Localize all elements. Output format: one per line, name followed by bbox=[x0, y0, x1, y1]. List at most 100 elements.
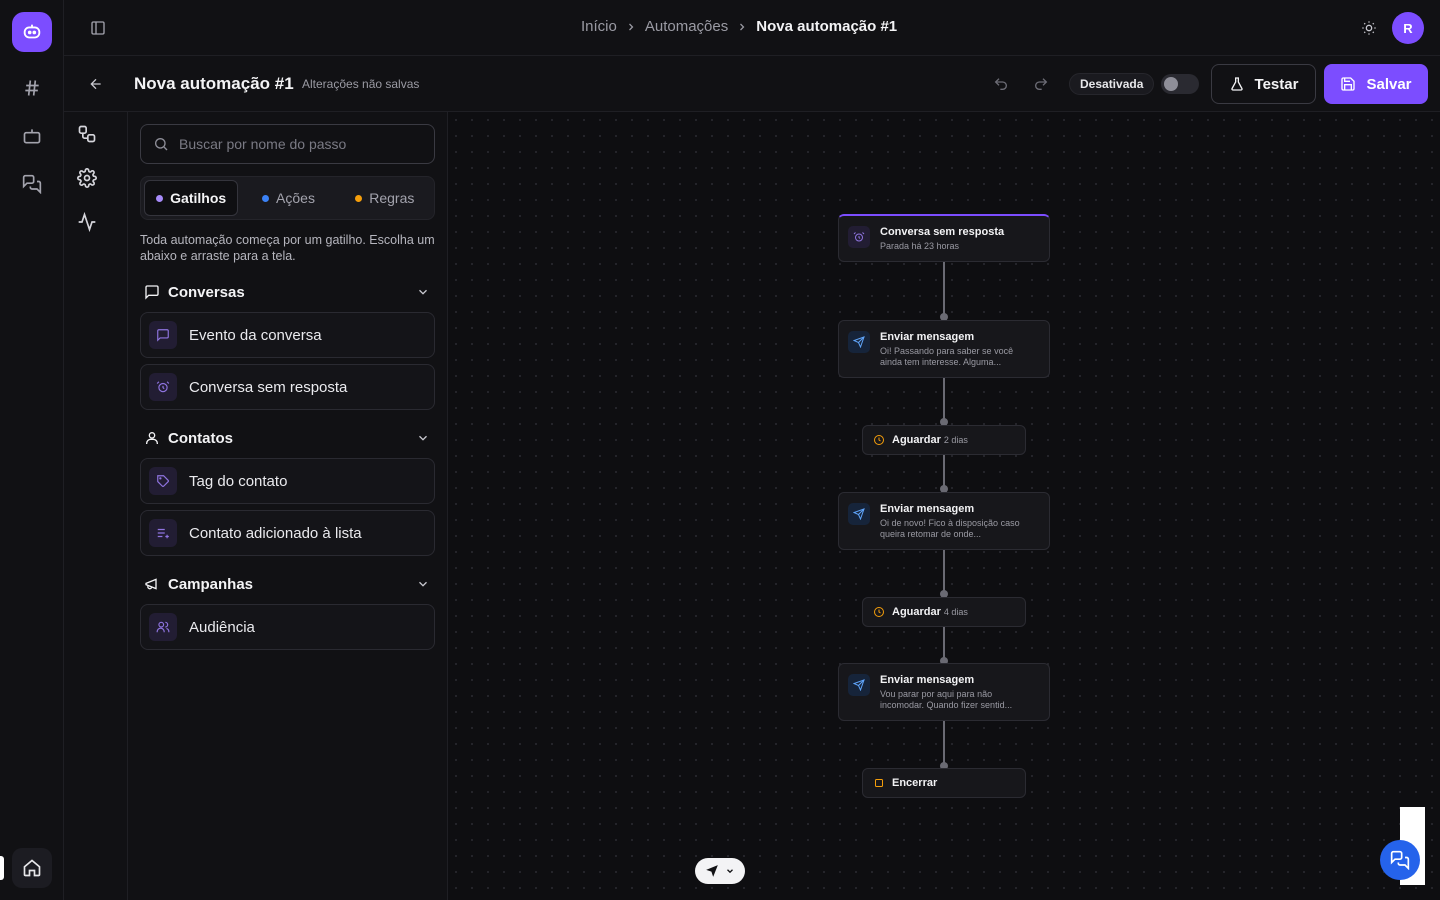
tab-label: Gatilhos bbox=[170, 190, 227, 206]
chevron-down-icon bbox=[416, 577, 430, 591]
automation-title[interactable]: Nova automação #1 bbox=[134, 74, 294, 94]
breadcrumb: Início Automações Nova automação #1 bbox=[581, 18, 897, 35]
canvas-navigation-control[interactable] bbox=[695, 858, 745, 884]
node-title: Aguardar 2 dias bbox=[892, 434, 968, 446]
trigger-unanswered-conversation[interactable]: Conversa sem resposta bbox=[140, 364, 435, 410]
wait-label: Aguardar bbox=[892, 434, 941, 446]
message-square-icon bbox=[149, 321, 177, 349]
save-icon bbox=[1341, 77, 1356, 91]
megaphone-icon bbox=[145, 578, 157, 590]
section-conversations[interactable]: Conversas bbox=[144, 282, 432, 302]
section-campaigns[interactable]: Campanhas bbox=[144, 574, 432, 594]
workflow-icon[interactable] bbox=[76, 123, 98, 145]
item-label: Tag do contato bbox=[189, 472, 288, 490]
top-bar: Início Automações Nova automação #1 R bbox=[64, 0, 1440, 56]
sidebar-toggle-icon[interactable] bbox=[86, 16, 110, 40]
chat-bubbles-icon bbox=[1390, 850, 1410, 870]
support-chat-button[interactable] bbox=[1380, 840, 1420, 880]
breadcrumb-home[interactable]: Início bbox=[581, 18, 617, 35]
breadcrumb-automations[interactable]: Automações bbox=[645, 18, 728, 35]
connector bbox=[940, 721, 948, 770]
flow-node-wait[interactable]: Aguardar 4 dias bbox=[862, 597, 1026, 627]
send-icon bbox=[848, 331, 870, 353]
flow-node-wait[interactable]: Aguardar 2 dias bbox=[862, 425, 1026, 455]
user-icon bbox=[146, 432, 158, 444]
tab-actions[interactable]: Ações bbox=[242, 180, 334, 216]
sun-icon[interactable] bbox=[1358, 17, 1380, 39]
triggers-dot bbox=[156, 194, 164, 202]
search-box[interactable] bbox=[140, 124, 435, 164]
search-input[interactable] bbox=[179, 136, 419, 152]
flask-icon bbox=[1230, 77, 1243, 91]
chevron-right-icon bbox=[625, 21, 637, 33]
node-text: Vou parar por aqui para não incomodar. Q… bbox=[880, 689, 1013, 710]
editor-header: Nova automação #1 Alterações não salvas … bbox=[64, 56, 1440, 112]
steps-panel: Gatilhos Ações Regras Toda automação com… bbox=[128, 112, 448, 900]
chevron-right-icon bbox=[736, 21, 748, 33]
node-title: Encerrar bbox=[892, 777, 938, 789]
bot-icon[interactable] bbox=[16, 120, 48, 152]
tag-icon bbox=[149, 467, 177, 495]
item-label: Conversa sem resposta bbox=[189, 378, 348, 396]
connector bbox=[940, 550, 948, 598]
app-rail bbox=[0, 0, 64, 900]
flow-node-send-message[interactable]: Enviar mensagem Vou parar por aqui para … bbox=[838, 663, 1050, 721]
trigger-audience[interactable]: Audiência bbox=[140, 604, 435, 650]
home-icon[interactable] bbox=[12, 848, 52, 888]
trigger-conversation-event[interactable]: Evento da conversa bbox=[140, 312, 435, 358]
connector bbox=[940, 262, 948, 321]
search-icon bbox=[155, 138, 168, 151]
tab-label: Regras bbox=[369, 190, 415, 206]
trigger-contact-added-to-list[interactable]: Contato adicionado à lista bbox=[140, 510, 435, 556]
node-subtitle: Parada há 23 horas bbox=[880, 241, 960, 251]
wait-label: Aguardar bbox=[892, 606, 941, 618]
stop-square-icon bbox=[872, 776, 886, 790]
save-button[interactable]: Salvar bbox=[1324, 64, 1428, 104]
clock-icon bbox=[872, 605, 886, 619]
flow-canvas[interactable]: Conversa sem resposta Parada há 23 horas… bbox=[448, 112, 1440, 900]
chat-icon[interactable] bbox=[16, 168, 48, 200]
node-title: Enviar mensagem bbox=[880, 331, 975, 343]
tab-rules[interactable]: Regras bbox=[339, 180, 431, 216]
gear-icon[interactable] bbox=[76, 167, 98, 189]
send-icon bbox=[848, 674, 870, 696]
actions-dot bbox=[262, 194, 270, 202]
undo-icon[interactable] bbox=[991, 74, 1011, 94]
flow-node-end[interactable]: Encerrar bbox=[862, 768, 1026, 798]
clock-icon bbox=[872, 433, 886, 447]
tool-column bbox=[64, 112, 128, 900]
toggle-knob bbox=[1164, 77, 1178, 91]
section-title: Campanhas bbox=[168, 575, 254, 593]
node-title: Enviar mensagem bbox=[880, 503, 975, 515]
node-title: Conversa sem resposta bbox=[880, 226, 1005, 238]
hash-icon[interactable] bbox=[16, 72, 48, 104]
connector bbox=[940, 378, 948, 426]
flow-node-send-message[interactable]: Enviar mensagem Oi de novo! Fico à dispo… bbox=[838, 492, 1050, 550]
panel-hint: Toda automação começa por um gatilho. Es… bbox=[140, 233, 435, 263]
item-label: Audiência bbox=[189, 618, 255, 636]
node-title: Aguardar 4 dias bbox=[892, 606, 968, 618]
breadcrumb-current: Nova automação #1 bbox=[756, 18, 898, 35]
chevron-down-icon bbox=[727, 869, 733, 874]
activity-icon[interactable] bbox=[76, 211, 98, 233]
connector bbox=[940, 455, 948, 493]
arrow-left-icon[interactable] bbox=[86, 74, 106, 94]
trigger-contact-tag[interactable]: Tag do contato bbox=[140, 458, 435, 504]
redo-icon[interactable] bbox=[1031, 74, 1051, 94]
tab-triggers[interactable]: Gatilhos bbox=[144, 180, 239, 216]
wait-duration: 4 dias bbox=[943, 607, 968, 617]
flow-node-trigger[interactable]: Conversa sem resposta Parada há 23 horas bbox=[838, 214, 1050, 262]
flow-node-send-message[interactable]: Enviar mensagem Oi! Passando para saber … bbox=[838, 320, 1050, 378]
tab-label: Ações bbox=[276, 190, 315, 206]
avatar[interactable]: R bbox=[1392, 12, 1424, 44]
section-contacts[interactable]: Contatos bbox=[144, 428, 432, 448]
bot-face-icon[interactable] bbox=[12, 12, 52, 52]
wait-duration: 2 dias bbox=[943, 435, 968, 445]
chevron-down-icon bbox=[416, 285, 430, 299]
item-label: Contato adicionado à lista bbox=[189, 524, 362, 542]
rules-dot bbox=[355, 194, 363, 202]
test-button[interactable]: Testar bbox=[1211, 64, 1316, 104]
node-text: Oi! Passando para saber se você ainda te… bbox=[880, 346, 1014, 367]
active-toggle[interactable] bbox=[1161, 74, 1199, 94]
save-label: Salvar bbox=[1366, 75, 1412, 93]
